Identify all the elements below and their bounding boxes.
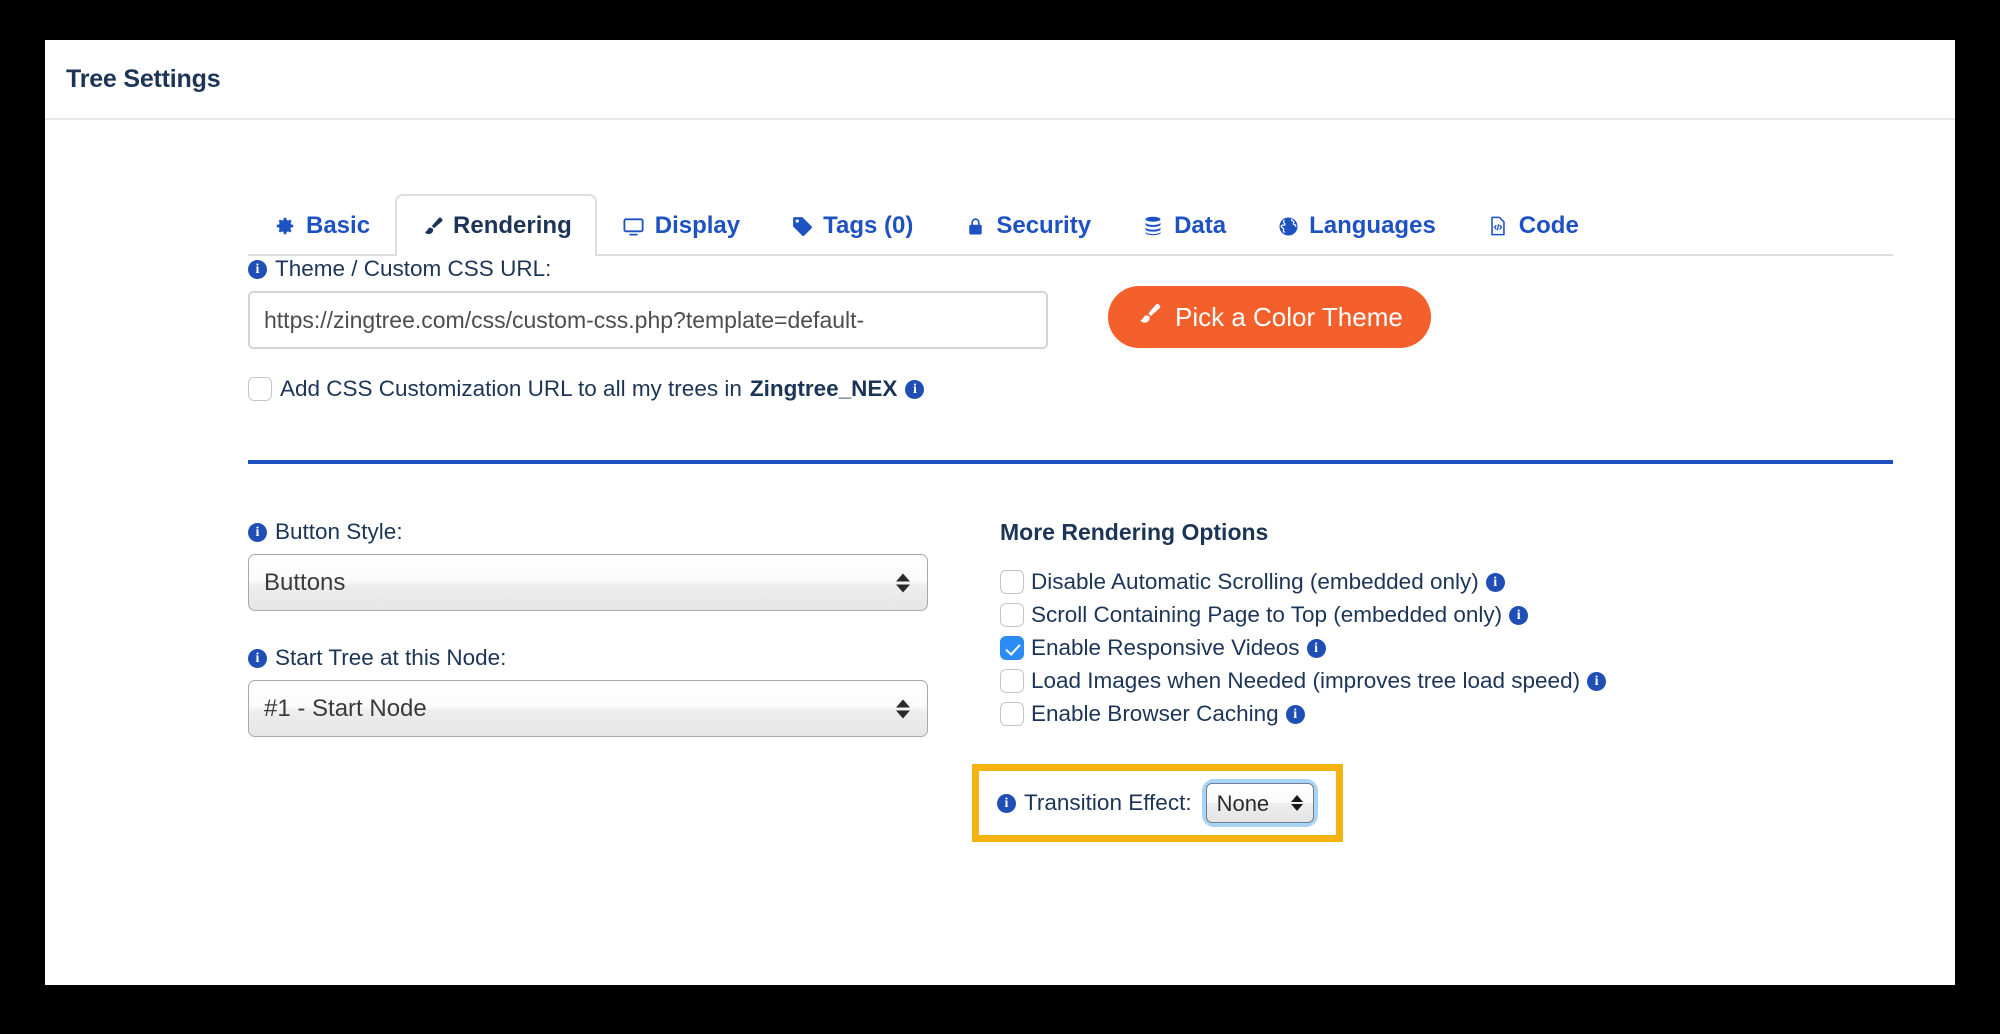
start-node-label: Start Tree at this Node:: [275, 645, 507, 670]
option-label: Disable Automatic Scrolling (embedded on…: [1031, 569, 1479, 594]
option-label: Scroll Containing Page to Top (embedded …: [1031, 602, 1503, 627]
info-icon[interactable]: i: [248, 648, 267, 668]
tab-label: Languages: [1309, 212, 1436, 239]
more-rendering-options-title: More Rendering Options: [1000, 519, 1269, 545]
option-scroll-containing-page-to-top: Scroll Containing Page to Top (embedded …: [1000, 602, 1893, 628]
tag-icon: [790, 214, 814, 238]
tab-label: Code: [1518, 212, 1579, 239]
tab-label: Tags (0): [823, 212, 914, 239]
option-checkbox[interactable]: [1000, 702, 1024, 726]
info-icon[interactable]: i: [997, 793, 1016, 813]
transition-effect-row: i Transition Effect: None: [997, 783, 1314, 823]
button-style-label: Button Style:: [275, 519, 403, 544]
options-columns: i Button Style: Buttons i Start Tree at …: [248, 519, 1893, 842]
transition-effect-select-wrap: None: [1205, 783, 1314, 823]
tab-label: Data: [1174, 212, 1227, 239]
start-node-label-row: i Start Tree at this Node:: [248, 645, 988, 671]
button-style-group: i Button Style: Buttons: [248, 519, 988, 611]
add-css-customization-row: Add CSS Customization URL to all my tree…: [248, 376, 1893, 402]
option-label: Enable Responsive Videos: [1031, 635, 1300, 660]
info-icon[interactable]: i: [248, 522, 267, 542]
tab-languages[interactable]: Languages: [1251, 194, 1461, 256]
tab-bar: Basic Rendering Display Tags (0) Securit…: [45, 188, 1955, 256]
tab-rendering[interactable]: Rendering: [395, 194, 597, 256]
tab-label: Rendering: [453, 212, 572, 239]
tab-code[interactable]: Code: [1461, 194, 1604, 256]
panel-header: Tree Settings: [45, 40, 1955, 120]
theme-url-row: i Theme / Custom CSS URL: Pick a Color T…: [248, 256, 1893, 349]
tab-security[interactable]: Security: [938, 194, 1116, 256]
transition-effect-highlight: i Transition Effect: None: [972, 764, 1343, 842]
pick-color-theme-button[interactable]: Pick a Color Theme: [1108, 286, 1431, 348]
info-icon[interactable]: i: [1285, 704, 1305, 724]
tab-basic[interactable]: Basic: [248, 194, 395, 256]
info-icon[interactable]: i: [248, 259, 267, 279]
add-css-customization-label: Add CSS Customization URL to all my tree…: [280, 376, 742, 401]
lock-icon: [963, 214, 987, 238]
pick-color-theme-label: Pick a Color Theme: [1175, 301, 1403, 332]
transition-effect-select[interactable]: None: [1205, 783, 1314, 823]
option-checkbox[interactable]: [1000, 570, 1024, 594]
button-style-select[interactable]: Buttons: [248, 554, 928, 611]
more-rendering-options-column: More Rendering Options Disable Automatic…: [972, 519, 1893, 842]
option-checkbox[interactable]: [1000, 669, 1024, 693]
info-icon[interactable]: i: [905, 379, 925, 399]
button-style-select-wrap: Buttons: [248, 554, 928, 611]
option-label: Load Images when Needed (improves tree l…: [1031, 668, 1581, 693]
option-checkbox[interactable]: [1000, 636, 1024, 660]
info-icon[interactable]: i: [1306, 638, 1326, 658]
add-css-customization-checkbox[interactable]: [248, 377, 272, 401]
start-node-group: i Start Tree at this Node: #1 - Start No…: [248, 645, 988, 737]
option-enable-responsive-videos: Enable Responsive Videos i: [1000, 635, 1893, 661]
section-divider: [248, 460, 1893, 464]
option-enable-browser-caching: Enable Browser Caching i: [1000, 701, 1893, 727]
brush-icon: [1136, 301, 1162, 334]
tree-settings-panel: Tree Settings Basic Rendering Display Ta…: [45, 40, 1955, 985]
info-icon[interactable]: i: [1485, 572, 1505, 592]
button-style-label-row: i Button Style:: [248, 519, 988, 545]
database-icon: [1141, 214, 1165, 238]
option-checkbox[interactable]: [1000, 603, 1024, 627]
transition-effect-label: Transition Effect:: [1024, 790, 1192, 815]
code-file-icon: [1486, 214, 1510, 238]
monitor-icon: [622, 214, 646, 238]
info-icon[interactable]: i: [1509, 605, 1529, 625]
settings-content: i Theme / Custom CSS URL: Pick a Color T…: [45, 256, 1955, 842]
account-name: Zingtree_NEX: [749, 376, 898, 401]
option-load-images-when-needed: Load Images when Needed (improves tree l…: [1000, 668, 1893, 694]
tab-label: Basic: [306, 212, 371, 239]
option-disable-automatic-scrolling: Disable Automatic Scrolling (embedded on…: [1000, 569, 1893, 595]
start-node-select[interactable]: #1 - Start Node: [248, 680, 928, 737]
brush-icon: [420, 214, 444, 238]
tab-data[interactable]: Data: [1116, 194, 1251, 256]
tab-list: Basic Rendering Display Tags (0) Securit…: [248, 188, 1955, 256]
theme-url-label: Theme / Custom CSS URL:: [275, 256, 552, 281]
theme-url-column: i Theme / Custom CSS URL:: [248, 256, 1048, 349]
info-icon[interactable]: i: [1587, 671, 1607, 691]
start-node-select-wrap: #1 - Start Node: [248, 680, 928, 737]
option-label: Enable Browser Caching: [1031, 701, 1279, 726]
tab-tags[interactable]: Tags (0): [765, 194, 938, 256]
globe-icon: [1276, 214, 1300, 238]
tab-display[interactable]: Display: [597, 194, 765, 256]
left-options-column: i Button Style: Buttons i Start Tree at …: [248, 519, 988, 842]
theme-url-input[interactable]: [248, 291, 1048, 349]
page-title: Tree Settings: [66, 64, 221, 93]
theme-url-label-row: i Theme / Custom CSS URL:: [248, 256, 1048, 282]
tab-label: Display: [654, 212, 741, 239]
tab-label: Security: [996, 212, 1092, 239]
gear-icon: [273, 214, 297, 238]
